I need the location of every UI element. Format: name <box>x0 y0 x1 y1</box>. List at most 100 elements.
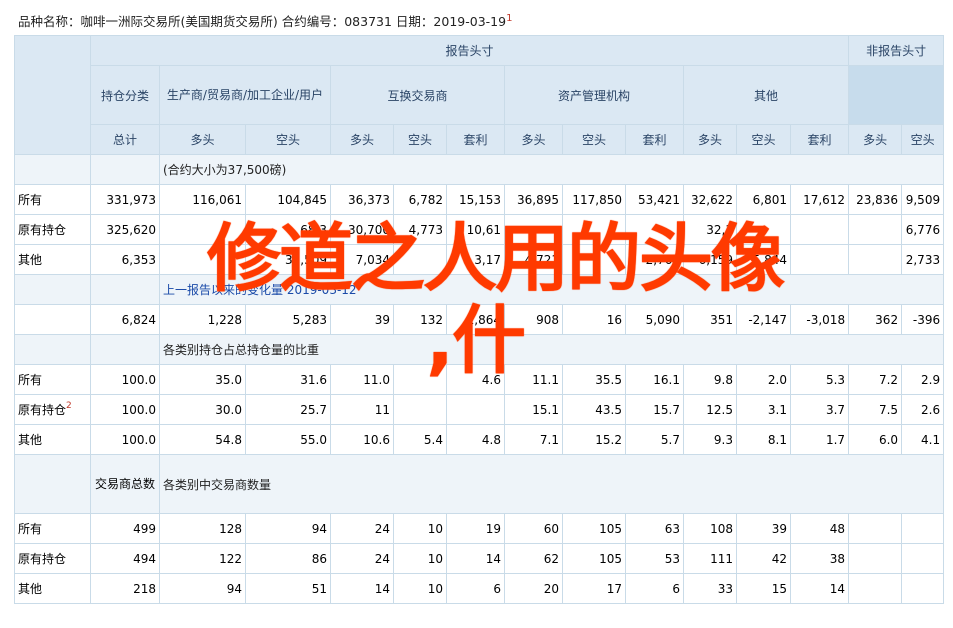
header-text: 品种名称：咖啡一洲际交易所(美国期货交易所) 合约编号：083731 日期：20… <box>18 14 507 29</box>
value-cell: 100.0 <box>90 424 160 455</box>
band-cell <box>14 454 91 514</box>
value-cell: 54.8 <box>159 424 246 455</box>
value-cell <box>393 394 447 425</box>
row-label: 所有 <box>14 184 91 215</box>
traders-row: 原有持仓 494 122 86 24 10 14 62 105 53 111 42 38 <box>14 543 945 574</box>
value-cell: 42 <box>736 543 791 574</box>
value-cell <box>393 364 447 395</box>
value-cell: 23,836 <box>848 184 903 215</box>
value-cell: 39 <box>736 513 791 544</box>
value-cell: 100.0 <box>90 394 160 425</box>
value-cell: 331,973 <box>90 184 160 215</box>
header-row-1: 报告头寸 非报告头寸 <box>14 35 945 155</box>
position-row: 原有持仓 325,620 68,3 30,700 4,773 10,61 32,3 6,776 <box>14 214 945 245</box>
producer-group-header: 生产商/贸易商/加工企业/用户 <box>159 65 331 125</box>
value-cell: 6,159 <box>683 244 737 275</box>
value-cell <box>159 244 246 275</box>
row-label-text: 原有持仓 <box>18 552 67 566</box>
value-cell: 17 <box>562 573 626 604</box>
value-cell: 11.1 <box>504 364 563 395</box>
other-group-header: 其他 <box>682 65 850 125</box>
traders-note: 各类别中交易商数量 <box>158 454 945 514</box>
nonreport-short-header: 空头 <box>901 124 945 155</box>
value-cell: 14 <box>446 543 505 574</box>
value-cell: 36,509 <box>245 244 331 275</box>
value-cell <box>504 214 563 245</box>
value-cell: 117,850 <box>562 184 626 215</box>
value-cell: 6,776 <box>901 214 945 245</box>
pct-note-row: 各类别持仓占总持仓量的比重 <box>14 334 945 365</box>
value-cell: 351 <box>683 304 737 335</box>
row-label: 原有持仓2 <box>14 394 91 425</box>
band-cell <box>14 274 91 305</box>
value-cell: 10 <box>393 513 447 544</box>
value-cell: 105 <box>562 543 626 574</box>
band-cell <box>14 334 91 365</box>
value-cell: 68,3 <box>245 214 331 245</box>
value-cell: 12.5 <box>683 394 737 425</box>
value-cell: 5.3 <box>789 364 850 395</box>
value-cell: 48 <box>789 513 850 544</box>
value-cell: 1,864 <box>446 304 505 335</box>
value-cell: 3.7 <box>789 394 850 425</box>
value-cell: 499 <box>90 513 160 544</box>
value-cell: 39 <box>330 304 394 335</box>
swap-spread-header: 套利 <box>446 124 505 155</box>
row-label: 原有持仓 <box>14 543 91 574</box>
value-cell: 35.0 <box>159 364 246 395</box>
value-cell: -396 <box>901 304 945 335</box>
value-cell: 2.0 <box>736 364 791 395</box>
pct-section: 所有 100.0 35.0 31.6 11.0 4.6 11.1 35.5 16.1 9.8 2.0… <box>14 364 945 455</box>
value-cell: 10.6 <box>330 424 394 455</box>
value-cell: 1.7 <box>789 424 850 455</box>
value-cell: 30.0 <box>159 394 246 425</box>
row-label-text: 其他 <box>18 582 43 596</box>
report-header-line: 品种名称：咖啡一洲际交易所(美国期货交易所) 合约编号：083731 日期：20… <box>18 11 512 30</box>
contract-size-note: (合约大小为37,500磅) <box>158 154 945 185</box>
value-cell: 10,61 <box>446 214 505 245</box>
producer-long-header: 多头 <box>159 124 246 155</box>
value-cell: 62 <box>504 543 563 574</box>
value-cell: 7.2 <box>848 364 903 395</box>
value-cell: 15,153 <box>446 184 505 215</box>
value-cell: 19 <box>446 513 505 544</box>
traders-note-row: 交易商总数 各类别中交易商数量 <box>14 454 945 514</box>
value-cell: -3,018 <box>789 304 850 335</box>
value-cell: 53 <box>625 543 684 574</box>
value-cell <box>848 513 903 544</box>
change-note: 上一报告以来的变化量 2019-03-12 <box>158 274 945 305</box>
row-label: 所有 <box>14 364 91 395</box>
value-cell: 6,801 <box>736 184 791 215</box>
value-cell: 60 <box>504 513 563 544</box>
value-cell: 24 <box>330 513 394 544</box>
value-cell <box>901 513 945 544</box>
row-label: 其他 <box>14 573 91 604</box>
swap-long-header: 多头 <box>330 124 394 155</box>
value-cell: 86 <box>245 543 331 574</box>
value-cell: 4,773 <box>393 214 447 245</box>
swap-group-header: 互换交易商 <box>330 65 505 125</box>
band-cell <box>14 154 91 185</box>
value-cell: 36,895 <box>504 184 563 215</box>
value-cell: 10 <box>393 573 447 604</box>
value-cell: 1,228 <box>159 304 246 335</box>
value-cell: 38 <box>789 543 850 574</box>
value-cell <box>625 214 684 245</box>
value-cell <box>901 543 945 574</box>
value-cell: 4.6 <box>446 364 505 395</box>
report-positions-header: 报告头寸 <box>89 35 850 66</box>
value-cell <box>848 214 903 245</box>
value-cell: 4.1 <box>901 424 945 455</box>
value-cell: -2,147 <box>736 304 791 335</box>
change-note-text: 上一报告以来的变化量 2019-03-12 <box>163 283 357 297</box>
value-cell: 218 <box>90 573 160 604</box>
band-cell <box>90 334 160 365</box>
value-cell: 5,844 <box>736 244 791 275</box>
value-cell: 11 <box>330 394 394 425</box>
value-cell <box>446 394 505 425</box>
positions-section: 所有 331,973 116,061 104,845 36,373 6,782 15,153… <box>14 184 945 275</box>
value-cell <box>159 214 246 245</box>
position-row: 其他 6,353 36,509 7,034 3,17 4,721 2,769 6,159 5,8… <box>14 244 945 275</box>
value-cell: 116,061 <box>159 184 246 215</box>
change-section: 6,824 1,228 5,283 39 132 1,864 908 16 5,090 351 -2… <box>14 304 945 335</box>
